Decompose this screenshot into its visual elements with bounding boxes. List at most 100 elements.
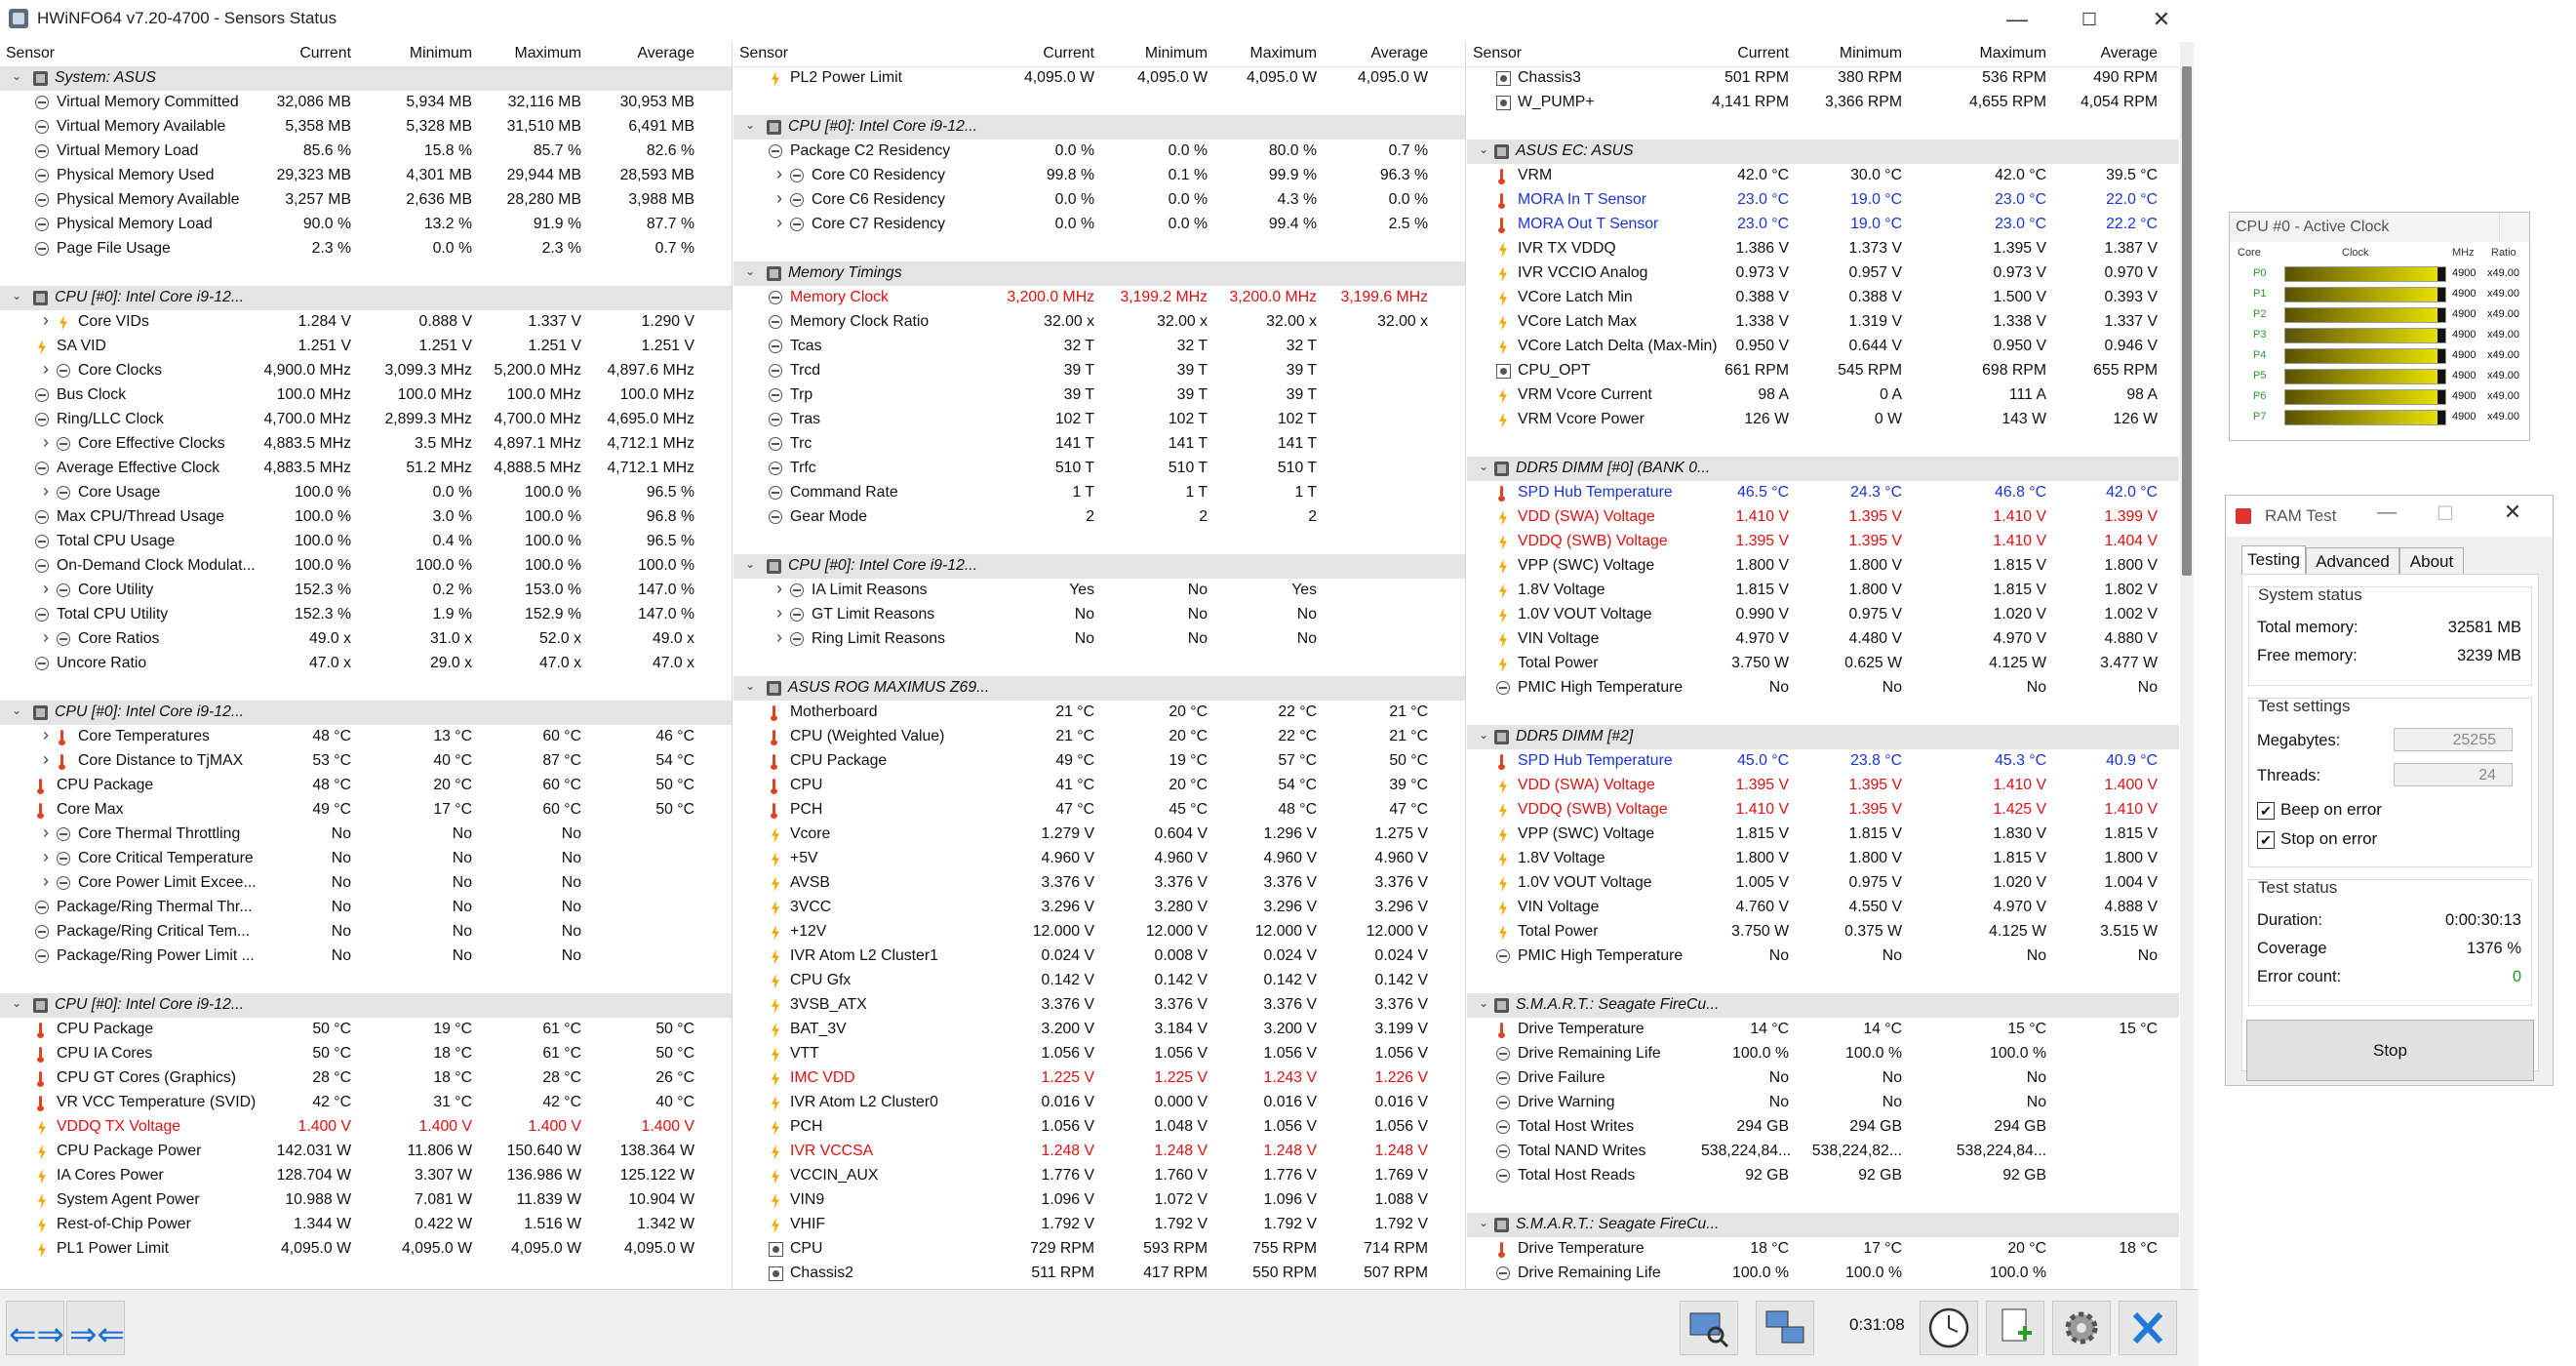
maximum-column-header[interactable]: Maximum xyxy=(1910,45,2046,62)
sensor-row[interactable]: VDDQ (SWB) Voltage 1.395 V 1.395 V 1.410 V 1… xyxy=(1467,530,2179,554)
expand-chevron-icon[interactable]: › xyxy=(39,310,53,331)
sensor-row[interactable]: VHIF 1.792 V 1.792 V 1.792 V 1.792 V xyxy=(733,1213,1465,1237)
expand-chevron-icon[interactable]: › xyxy=(39,871,53,892)
sensor-row[interactable]: › Core Critical Temperature No No No xyxy=(0,847,732,871)
nav-expand-button[interactable]: ⇐⇒ xyxy=(6,1301,64,1355)
sensor-group-row[interactable]: ⌄ CPU [#0]: Intel Core i9-12... xyxy=(0,286,732,310)
sensor-row[interactable]: VIN Voltage 4.970 V 4.480 V 4.970 V 4.880 V xyxy=(1467,627,2179,652)
sensor-row[interactable]: Total CPU Utility 152.3 % 1.9 % 152.9 % 147.… xyxy=(0,603,732,627)
sensor-row[interactable]: Drive Warning No No No xyxy=(1467,1091,2179,1115)
sensor-row[interactable]: SPD Hub Temperature 45.0 °C 23.8 °C 45.3 °C… xyxy=(1467,749,2179,774)
sensor-row[interactable]: Drive Failure No No No xyxy=(1467,1066,2179,1091)
sensor-row[interactable]: VR VCC Temperature (SVID) 42 °C 31 °C 42 °C… xyxy=(0,1091,732,1115)
sensor-row[interactable]: Total NAND Writes 538,224,84... 538,224,82… xyxy=(1467,1140,2179,1164)
sensor-row[interactable]: Core Max 49 °C 17 °C 60 °C 50 °C xyxy=(0,798,732,823)
sensor-row[interactable]: SPD Hub Temperature 46.5 °C 24.3 °C 46.8 °C… xyxy=(1467,481,2179,505)
stop-button[interactable]: Stop xyxy=(2246,1020,2534,1081)
clock-button[interactable] xyxy=(1920,1301,1978,1355)
sensor-row[interactable]: Virtual Memory Committed 32,086 MB 5,934 M… xyxy=(0,91,732,115)
expand-chevron-icon[interactable]: › xyxy=(39,359,53,380)
sensor-group-row[interactable]: ⌄ DDR5 DIMM [#2] xyxy=(1467,725,2179,749)
sensor-row[interactable]: › Core Usage 100.0 % 0.0 % 100.0 % 96.5 % xyxy=(0,481,732,505)
sensor-row[interactable]: W_PUMP+ 4,141 RPM 3,366 RPM 4,655 RPM 4,054 … xyxy=(1467,91,2179,115)
expand-chevron-icon[interactable]: › xyxy=(773,213,786,233)
sensor-row[interactable]: Max CPU/Thread Usage 100.0 % 3.0 % 100.0 % 9… xyxy=(0,505,732,530)
sensor-row[interactable]: › Ring Limit Reasons No No No xyxy=(733,627,1465,652)
sensor-row[interactable]: Drive Remaining Life 100.0 % 100.0 % 100.0 … xyxy=(1467,1042,2179,1066)
sensor-row[interactable]: PCH 47 °C 45 °C 48 °C 47 °C xyxy=(733,798,1465,823)
sensor-row[interactable]: VDDQ TX Voltage 1.400 V 1.400 V 1.400 V 1.40… xyxy=(0,1115,732,1140)
sensor-row[interactable]: Uncore Ratio 47.0 x 29.0 x 47.0 x 47.0 x xyxy=(0,652,732,676)
sensor-row[interactable]: BAT_3V 3.200 V 3.184 V 3.200 V 3.199 V xyxy=(733,1018,1465,1042)
sensor-row[interactable]: Total CPU Usage 100.0 % 0.4 % 100.0 % 96.5 % xyxy=(0,530,732,554)
sensor-row[interactable]: VPP (SWC) Voltage 1.815 V 1.815 V 1.830 V 1.… xyxy=(1467,823,2179,847)
sensor-row[interactable]: CPU Package 48 °C 20 °C 60 °C 50 °C xyxy=(0,774,732,798)
nav-collapse-button[interactable]: ⇒⇐ xyxy=(66,1301,125,1355)
sensor-row[interactable]: › Core Power Limit Excee... No No No xyxy=(0,871,732,896)
expand-chevron-icon[interactable]: › xyxy=(39,725,53,745)
sensor-row[interactable]: PMIC High Temperature No No No No xyxy=(1467,676,2179,701)
beep-on-error-checkbox[interactable]: ✔ xyxy=(2257,802,2275,820)
sensor-group-row[interactable]: ⌄ Memory Timings xyxy=(733,261,1465,286)
average-column-header[interactable]: Average xyxy=(1325,45,1428,62)
sensor-row[interactable]: Memory Clock Ratio 32.00 x 32.00 x 32.00 x 3… xyxy=(733,310,1465,335)
sensor-row[interactable]: Physical Memory Available 3,257 MB 2,636 M… xyxy=(0,188,732,213)
sensor-group-row[interactable]: ⌄ CPU [#0]: Intel Core i9-12... xyxy=(733,115,1465,140)
sensor-row[interactable]: › Core Temperatures 48 °C 13 °C 60 °C 46 °C xyxy=(0,725,732,749)
network-button[interactable] xyxy=(1756,1301,1814,1355)
sensor-row[interactable]: On-Demand Clock Modulat... 100.0 % 100.0 %… xyxy=(0,554,732,579)
expand-chevron-icon[interactable]: › xyxy=(39,847,53,867)
sensor-group-row[interactable]: ⌄ CPU [#0]: Intel Core i9-12... xyxy=(0,993,732,1018)
sensor-row[interactable]: MORA Out T Sensor 23.0 °C 19.0 °C 23.0 °C 22… xyxy=(1467,213,2179,237)
collapse-chevron-icon[interactable]: ⌄ xyxy=(10,703,23,717)
sensor-group-row[interactable]: ⌄ System: ASUS xyxy=(0,66,732,91)
expand-chevron-icon[interactable]: › xyxy=(773,579,786,599)
collapse-chevron-icon[interactable]: ⌄ xyxy=(1477,996,1490,1010)
collapse-chevron-icon[interactable]: ⌄ xyxy=(1477,728,1490,742)
sensor-row[interactable]: › GT Limit Reasons No No No xyxy=(733,603,1465,627)
sensor-row[interactable]: Motherboard 21 °C 20 °C 22 °C 21 °C xyxy=(733,701,1465,725)
sensor-row[interactable]: Chassis3 501 RPM 380 RPM 536 RPM 490 RPM xyxy=(1467,66,2179,91)
average-column-header[interactable]: Average xyxy=(2054,45,2158,62)
sensor-row[interactable]: VDDQ (SWB) Voltage 1.410 V 1.395 V 1.425 V 1… xyxy=(1467,798,2179,823)
megabytes-input[interactable]: 25255 xyxy=(2394,728,2513,751)
sensor-row[interactable]: › Core Ratios 49.0 x 31.0 x 52.0 x 49.0 x xyxy=(0,627,732,652)
minimum-column-header[interactable]: Minimum xyxy=(1797,45,1902,62)
sensor-group-row[interactable]: ⌄ CPU [#0]: Intel Core i9-12... xyxy=(0,701,732,725)
minimize-button[interactable]: — xyxy=(1981,0,2053,39)
threads-input[interactable]: 24 xyxy=(2394,763,2513,786)
maximum-column-header[interactable]: Maximum xyxy=(1215,45,1317,62)
collapse-chevron-icon[interactable]: ⌄ xyxy=(10,996,23,1010)
sensor-column-header[interactable]: Sensor xyxy=(739,45,788,62)
sensor-row[interactable]: Package/Ring Thermal Thr... No No No xyxy=(0,896,732,920)
sensor-row[interactable]: VDD (SWA) Voltage 1.395 V 1.395 V 1.410 V 1.… xyxy=(1467,774,2179,798)
sensor-row[interactable]: Trc 141 T 141 T 141 T xyxy=(733,432,1465,457)
sensor-row[interactable]: CPU 729 RPM 593 RPM 755 RPM 714 RPM xyxy=(733,1237,1465,1262)
monitor-search-button[interactable] xyxy=(1680,1301,1738,1355)
sensor-row[interactable]: Bus Clock 100.0 MHz 100.0 MHz 100.0 MHz 100.… xyxy=(0,383,732,408)
sensor-row[interactable]: Vcore 1.279 V 0.604 V 1.296 V 1.275 V xyxy=(733,823,1465,847)
sensor-row[interactable]: › Core Clocks 4,900.0 MHz 3,099.3 MHz 5,200.… xyxy=(0,359,732,383)
average-column-header[interactable]: Average xyxy=(589,45,694,62)
sensor-row[interactable]: Chassis2 511 RPM 417 RPM 550 RPM 507 RPM xyxy=(733,1262,1465,1286)
expand-chevron-icon[interactable]: › xyxy=(39,749,53,770)
close-sensors-button[interactable] xyxy=(2119,1301,2177,1355)
sensor-row[interactable]: › Core C0 Residency 99.8 % 0.1 % 99.9 % 96.3 … xyxy=(733,164,1465,188)
sensor-row[interactable]: VRM Vcore Power 126 W 0 W 143 W 126 W xyxy=(1467,408,2179,432)
sensor-row[interactable]: › IA Limit Reasons Yes No Yes xyxy=(733,579,1465,603)
sensor-row[interactable]: Package C2 Residency 0.0 % 0.0 % 80.0 % 0.7 … xyxy=(733,140,1465,164)
collapse-chevron-icon[interactable]: ⌄ xyxy=(743,557,757,571)
sensor-row[interactable]: CPU Package 50 °C 19 °C 61 °C 50 °C xyxy=(0,1018,732,1042)
collapse-chevron-icon[interactable]: ⌄ xyxy=(743,679,757,693)
sensor-row[interactable]: VTT 1.056 V 1.056 V 1.056 V 1.056 V xyxy=(733,1042,1465,1066)
sensor-column-header[interactable]: Sensor xyxy=(1473,45,1522,62)
sensor-row[interactable]: VRM Vcore Current 98 A 0 A 111 A 98 A xyxy=(1467,383,2179,408)
sensor-row[interactable]: Memory Clock 3,200.0 MHz 3,199.2 MHz 3,200.… xyxy=(733,286,1465,310)
sensor-row[interactable]: PL2 Power Limit 4,095.0 W 4,095.0 W 4,095.0… xyxy=(733,66,1465,91)
sensor-row[interactable]: IVR Atom L2 Cluster0 0.016 V 0.000 V 0.016 … xyxy=(733,1091,1465,1115)
sensor-row[interactable]: IVR TX VDDQ 1.386 V 1.373 V 1.395 V 1.387 V xyxy=(1467,237,2179,261)
collapse-chevron-icon[interactable]: ⌄ xyxy=(1477,1216,1490,1229)
ram-test-maximize-button[interactable]: ☐ xyxy=(2421,502,2470,526)
sensor-row[interactable]: Package/Ring Critical Tem... No No No xyxy=(0,920,732,944)
sensor-row[interactable]: 3VSB_ATX 3.376 V 3.376 V 3.376 V 3.376 V xyxy=(733,993,1465,1018)
